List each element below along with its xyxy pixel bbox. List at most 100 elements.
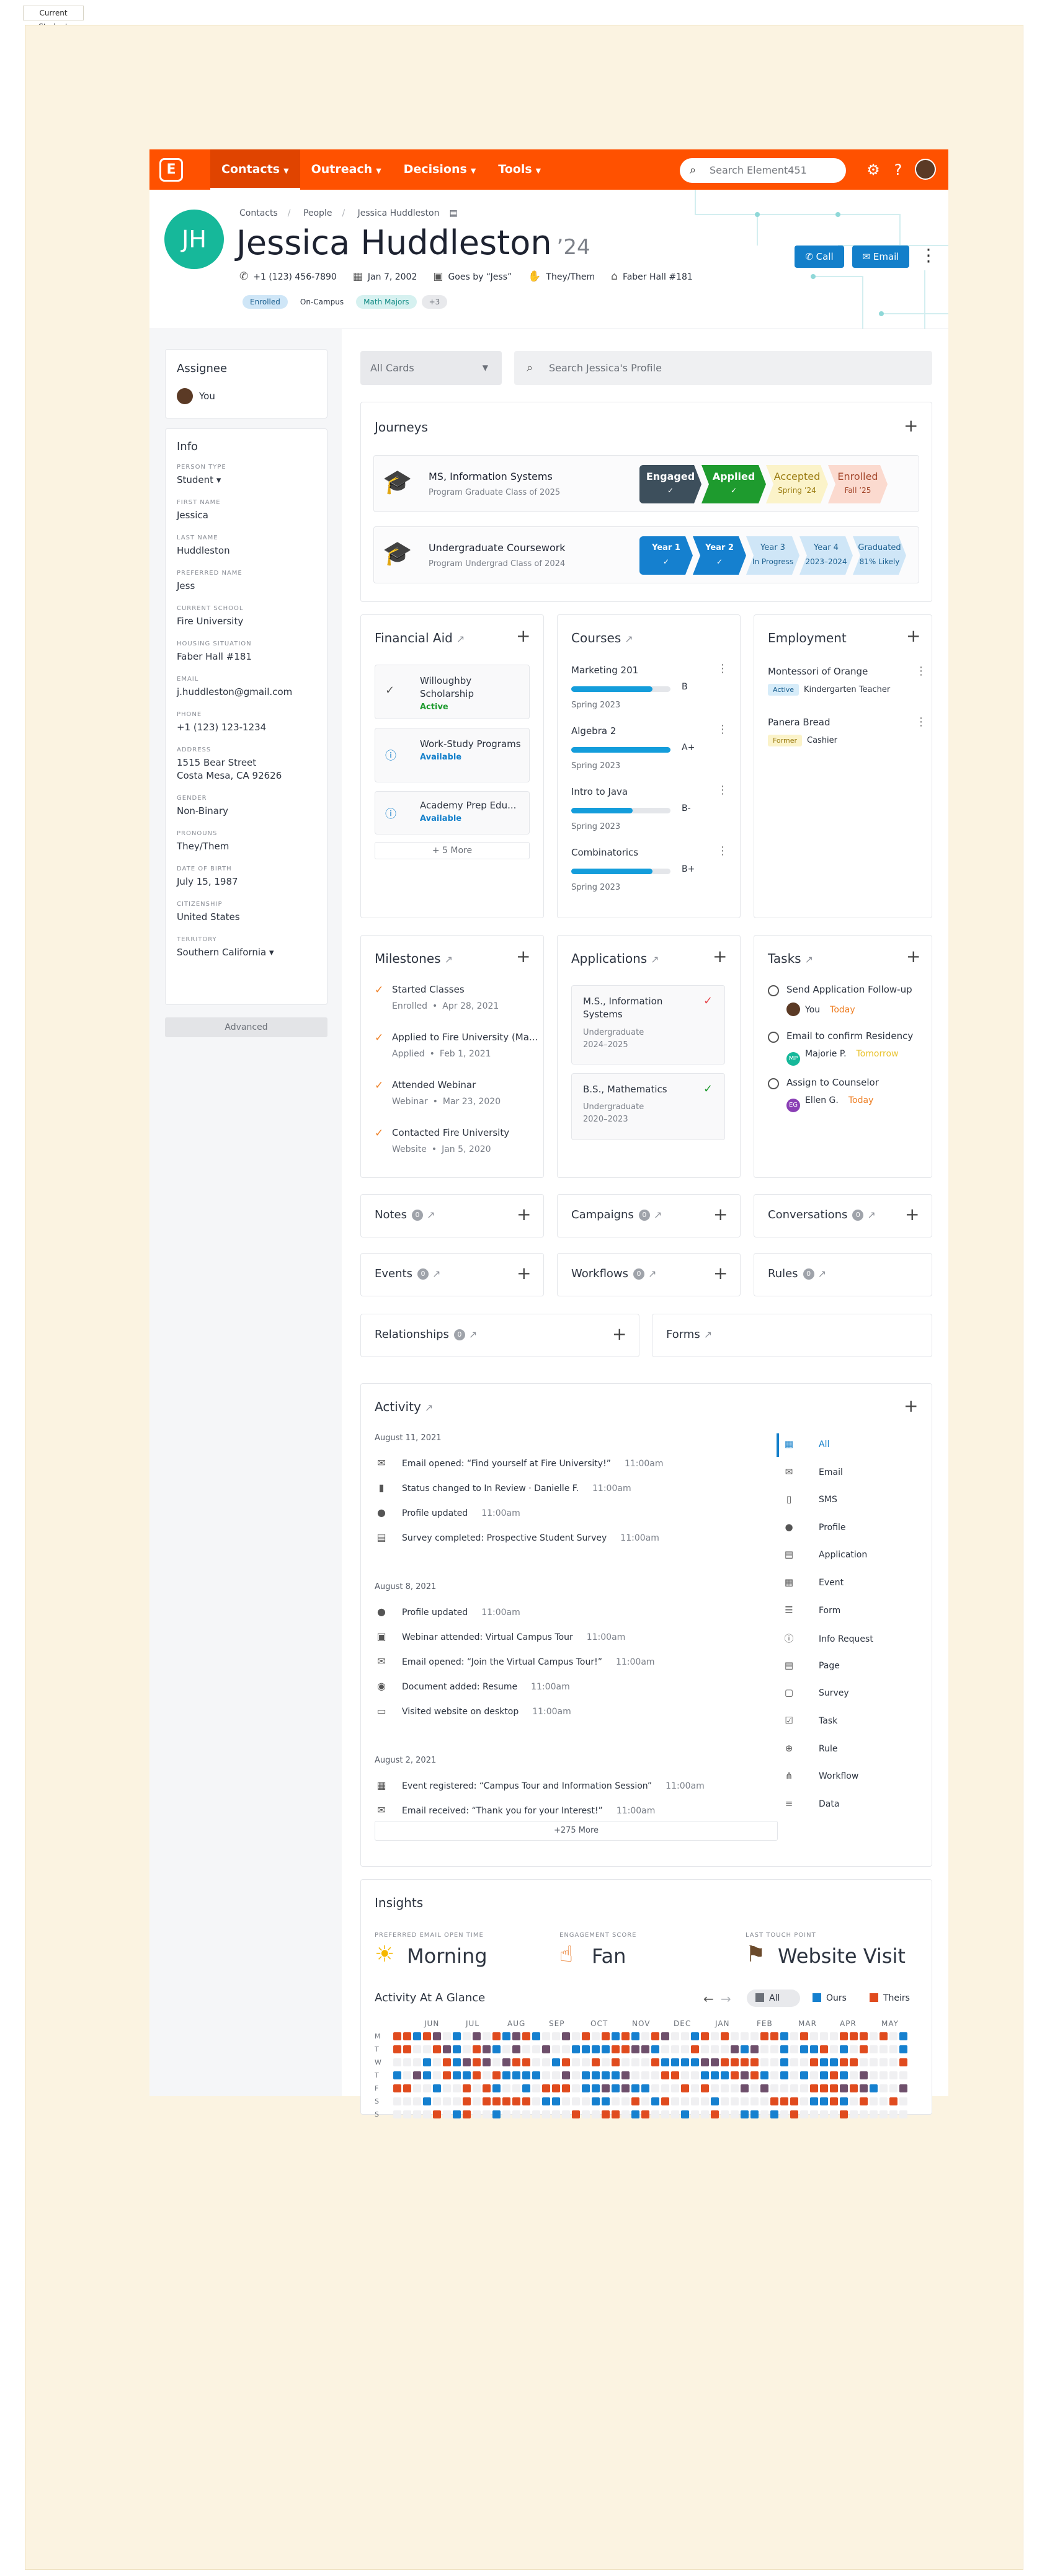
heatmap-cell[interactable] [483,2032,491,2040]
heatmap-cell[interactable] [830,2045,838,2053]
heatmap-cell[interactable] [423,2071,431,2079]
heatmap-cell[interactable] [860,2110,868,2118]
heatmap-cell[interactable] [552,2032,560,2040]
activity-filter-sms[interactable]: ▯ SMS [783,1494,837,1507]
heatmap-cell[interactable] [830,2032,838,2040]
heatmap-cell[interactable] [840,2110,848,2118]
heatmap-cell[interactable] [810,2097,818,2105]
nav-decisions[interactable]: Decisions ▼ [393,149,488,190]
heatmap-cell[interactable] [780,2084,788,2092]
heatmap-cell[interactable] [820,2084,828,2092]
heatmap-cell[interactable] [612,2110,620,2118]
heatmap-cell[interactable] [830,2110,838,2118]
element451-logo[interactable]: E [159,158,183,182]
heatmap-cell[interactable] [870,2045,878,2053]
heatmap-cell[interactable] [701,2084,709,2092]
heatmap-cell[interactable] [810,2084,818,2092]
heatmap-cell[interactable] [770,2071,778,2079]
heatmap-cell[interactable] [870,2032,878,2040]
heatmap-cell[interactable] [592,2032,600,2040]
global-search-input[interactable]: ⌕ Search Element451 [680,158,846,183]
heatmap-cell[interactable] [453,2097,461,2105]
heatmap-cell[interactable] [612,2071,620,2079]
application-item[interactable]: B.S., Mathematics Undergraduate 2020–202… [571,1073,725,1140]
activity-row[interactable]: ▣ Webinar attended: Virtual Campus Tour 11… [375,1631,625,1644]
heatmap-cell[interactable] [671,2084,679,2092]
heatmap-cell[interactable] [582,2045,590,2053]
heatmap-cell[interactable] [790,2097,798,2105]
heatmap-cell[interactable] [631,2097,639,2105]
activity-filter-data[interactable]: ≡ Data [783,1798,840,1812]
heatmap-cell[interactable] [562,2045,570,2053]
heatmap-cell[interactable] [681,2097,689,2105]
phone-detail[interactable]: ✆ +1 (123) 456-7890 [239,270,337,283]
heatmap-cell[interactable] [483,2084,491,2092]
heatmap-cell[interactable] [433,2097,441,2105]
breadcrumb-contacts[interactable]: Contacts [239,208,278,218]
add-icon[interactable]: + [612,1326,626,1343]
heatmap-cell[interactable] [512,2110,520,2118]
heatmap-cell[interactable] [453,2071,461,2079]
heatmap-cell[interactable] [760,2097,768,2105]
heatmap-cell[interactable] [879,2097,888,2105]
heatmap-cell[interactable] [443,2045,451,2053]
heatmap-cell[interactable] [800,2084,808,2092]
heatmap-cell[interactable] [790,2071,798,2079]
task-checkbox[interactable] [768,1078,779,1089]
heatmap-cell[interactable] [403,2032,411,2040]
heatmap-cell[interactable] [532,2110,540,2118]
help-icon[interactable]: ? [889,161,907,179]
heatmap-cell[interactable] [800,2071,808,2079]
more-options-icon[interactable]: ⋮ [915,666,927,677]
heatmap-cell[interactable] [473,2045,481,2053]
heatmap-cell[interactable] [403,2058,411,2066]
heatmap-cell[interactable] [879,2045,888,2053]
heatmap-cell[interactable] [463,2058,471,2066]
heatmap-cell[interactable] [899,2110,907,2118]
heatmap-cell[interactable] [651,2032,659,2040]
heatmap-cell[interactable] [492,2084,501,2092]
heatmap-cell[interactable] [820,2110,828,2118]
assignee-value[interactable]: You [177,388,215,404]
heatmap-cell[interactable] [750,2045,759,2053]
more-options-icon[interactable]: ⋮ [717,846,728,857]
heatmap-cell[interactable] [860,2071,868,2079]
heatmap-cell[interactable] [671,2032,679,2040]
heatmap-cell[interactable] [899,2032,907,2040]
activity-row[interactable]: ▭ Visited website on desktop 11:00am [375,1705,571,1719]
heatmap-cell[interactable] [463,2084,471,2092]
heatmap-cell[interactable] [820,2058,828,2066]
open-arrow-icon[interactable]: ↗ [654,1209,662,1221]
heatmap-cell[interactable] [870,2071,878,2079]
heatmap-cell[interactable] [413,2032,421,2040]
heatmap-cell[interactable] [532,2058,540,2066]
add-icon[interactable]: + [516,948,530,965]
heatmap-cell[interactable] [840,2097,848,2105]
heatmap-cell[interactable] [403,2110,411,2118]
open-arrow-icon[interactable]: ↗ [648,1268,656,1280]
heatmap-cell[interactable] [582,2084,590,2092]
activity-filter-application[interactable]: ▤ Application [783,1549,867,1562]
profile-search-input[interactable]: ⌕ Search Jessica's Profile [514,351,932,385]
heatmap-cell[interactable] [572,2071,580,2079]
heatmap-cell[interactable] [612,2032,620,2040]
heatmap-cell[interactable] [651,2084,659,2092]
heatmap-cell[interactable] [770,2058,778,2066]
add-icon[interactable]: + [904,417,918,435]
heatmap-cell[interactable] [572,2084,580,2092]
heatmap-cell[interactable] [790,2058,798,2066]
heatmap-cell[interactable] [413,2071,421,2079]
employment-item[interactable]: Montessori of Orange Active Kindergarten … [768,666,927,697]
heatmap-cell[interactable] [641,2084,649,2092]
heatmap-cell[interactable] [483,2097,491,2105]
milestone-item[interactable]: ✓ Contacted Fire University Website • Jan 5,… [375,1127,542,1183]
heatmap-cell[interactable] [443,2084,451,2092]
heatmap-cell[interactable] [403,2097,411,2105]
heatmap-cell[interactable] [741,2071,749,2079]
task-checkbox[interactable] [768,985,779,996]
course-item[interactable]: Combinatorics B+ Spring 2023 ⋮ [571,846,728,904]
more-options-icon[interactable]: ⋮ [717,785,728,796]
heatmap-cell[interactable] [433,2032,441,2040]
heatmap-cell[interactable] [830,2084,838,2092]
heatmap-cell[interactable] [651,2045,659,2053]
